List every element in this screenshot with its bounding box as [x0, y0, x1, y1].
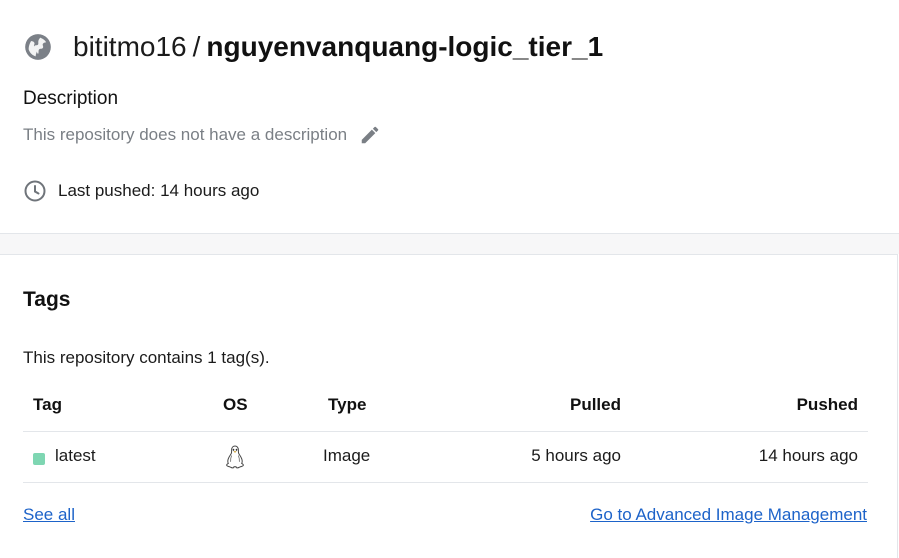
column-header-pushed: Pushed — [796, 395, 858, 414]
tag-pulled: 5 hours ago — [531, 446, 621, 465]
column-header-tag: Tag — [33, 395, 62, 414]
column-header-os: OS — [223, 395, 248, 414]
globe-icon — [25, 34, 51, 60]
advanced-image-management-link[interactable]: Go to Advanced Image Management — [590, 505, 867, 525]
pencil-icon[interactable] — [359, 124, 381, 146]
tag-pushed: 14 hours ago — [758, 446, 858, 465]
repository-header: bititmo16 / nguyenvanquang-logic_tier_1 … — [0, 0, 899, 234]
column-header-pulled: Pulled — [569, 395, 621, 414]
tags-table: Tag OS Type Pulled Pushed latest Image 5… — [23, 383, 868, 483]
linux-icon — [226, 445, 244, 469]
last-pushed-text: Last pushed: 14 hours ago — [58, 181, 260, 200]
see-all-link[interactable]: See all — [23, 505, 75, 525]
column-header-type: Type — [328, 395, 367, 414]
title-separator: / — [192, 31, 201, 62]
repo-title: bititmo16 / nguyenvanquang-logic_tier_1 — [24, 28, 603, 66]
section-gap — [0, 234, 899, 254]
tag-type: Image — [323, 446, 371, 465]
tags-heading: Tags — [23, 288, 71, 311]
table-row: latest Image 5 hours ago 14 hours ago — [23, 432, 868, 483]
table-header: Tag OS Type Pulled Pushed — [23, 383, 868, 432]
repo-namespace[interactable]: bititmo16 — [73, 31, 187, 63]
tags-count-text: This repository contains 1 tag(s). — [23, 348, 270, 367]
tag-name[interactable]: latest — [55, 446, 96, 466]
tags-card: Tags This repository contains 1 tag(s). … — [0, 254, 898, 558]
repo-name: nguyenvanquang-logic_tier_1 — [206, 31, 604, 62]
clock-icon — [24, 180, 46, 202]
description-text: This repository does not have a descript… — [23, 125, 348, 144]
description-row: This repository does not have a descript… — [23, 124, 381, 146]
tag-status-dot — [33, 453, 45, 465]
last-pushed-row: Last pushed: 14 hours ago — [23, 179, 259, 203]
description-heading: Description — [23, 88, 119, 109]
